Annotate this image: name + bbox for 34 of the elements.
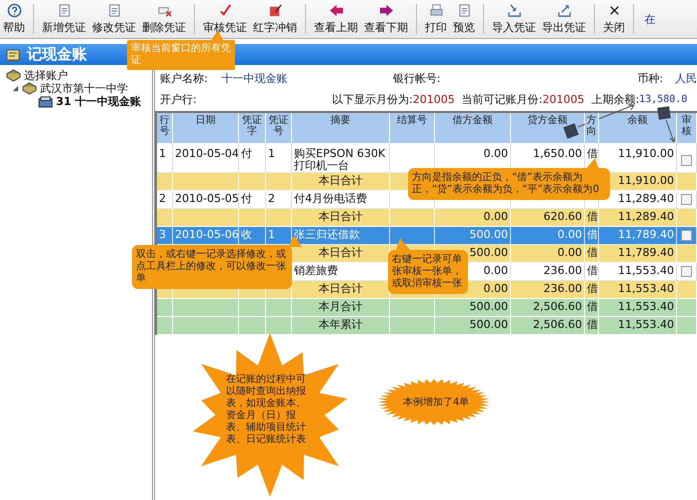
column-header: 摘要: [292, 113, 390, 143]
balance-value: 13,580.0: [639, 94, 688, 104]
field-label: 银行帐号:: [392, 70, 442, 86]
column-header: 余额: [599, 113, 677, 143]
column-header: 结算号: [390, 113, 435, 143]
field-label: 当前可记账月份:: [462, 92, 542, 106]
month-value: 201005: [412, 92, 455, 106]
callout-tooltip: 右键一记录可单张审核一张单，或取消审核一张: [388, 250, 468, 294]
callout-tooltip: 双击，或右键一记录选择修改，或点工具栏上的修改，可以修改一张单: [132, 245, 292, 289]
column-header: 方向: [585, 113, 599, 143]
callout-text: 本例增加了4单: [402, 396, 470, 409]
field-label: 上期余额:: [591, 92, 640, 106]
currency-value: 人民: [675, 70, 697, 86]
column-header: 借方金额: [435, 113, 511, 143]
callout-tooltip: 方向是指余额的正负，“借”表示余额为正，“贷”表示余额为负，“平”表示余额为0: [408, 168, 610, 200]
column-header: 日期: [173, 113, 239, 143]
field-label: 开户行:: [160, 92, 198, 106]
table-cell: 2,506.60: [511, 317, 585, 335]
column-header: 凭证号: [266, 113, 292, 143]
field-label: 账户名称:: [160, 70, 209, 86]
column-header: 审核: [677, 113, 697, 143]
account-name: 十一中现金账: [221, 70, 288, 86]
column-header: 行号: [157, 113, 173, 143]
column-header: 贷方金额: [511, 113, 585, 143]
panel-title: 记现金账: [27, 45, 87, 64]
callout-text: 在记账的过程中可以随时查询出纳报表，如现金账本、资金月（日）报表、辅助项目统计表、日记账统计表: [226, 374, 307, 446]
tooltip: 审核当前窗口的所有凭证: [127, 40, 235, 70]
field-label: 以下显示月份为:: [332, 92, 413, 106]
table-cell: 借: [585, 317, 599, 335]
table-cell: 11,553.40: [599, 317, 677, 335]
field-label: 币种:: [637, 70, 664, 86]
month-value: 201005: [542, 92, 584, 106]
table-cell: 500.00: [435, 317, 511, 335]
column-header: 凭证字: [239, 113, 266, 143]
